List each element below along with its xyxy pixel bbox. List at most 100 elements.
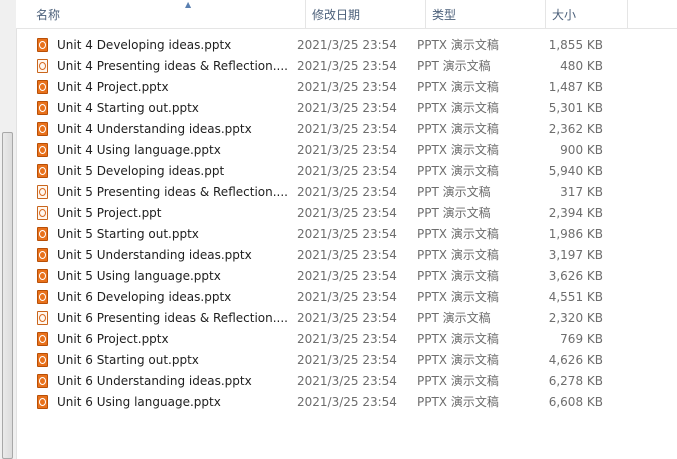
presentation-glyph-icon — [39, 41, 46, 49]
file-modified-date: 2021/3/25 23:54 — [297, 269, 397, 283]
pptx-file-icon — [37, 143, 48, 157]
column-header-date[interactable]: 修改日期 — [306, 0, 426, 28]
file-size: 4,626 KB — [548, 353, 603, 367]
ppt-file-icon — [37, 206, 48, 220]
presentation-glyph-icon — [39, 398, 46, 406]
file-size: 3,197 KB — [548, 248, 603, 262]
file-name: Unit 4 Starting out.pptx — [57, 101, 199, 115]
file-size: 769 KB — [560, 332, 603, 346]
file-modified-date: 2021/3/25 23:54 — [297, 143, 397, 157]
vertical-scrollbar[interactable] — [0, 0, 17, 459]
pptx-file-icon — [37, 290, 48, 304]
file-row[interactable]: Unit 6 Developing ideas.pptx 2021/3/25 23… — [16, 287, 677, 308]
file-modified-date: 2021/3/25 23:54 — [297, 59, 397, 73]
ppt-file-icon — [37, 59, 48, 73]
file-type: PPTX 演示文稿 — [417, 101, 499, 115]
presentation-glyph-icon — [39, 209, 46, 217]
presentation-glyph-icon — [39, 230, 46, 238]
column-header-type[interactable]: 类型 — [426, 0, 546, 28]
pptx-file-icon — [37, 122, 48, 136]
file-name: Unit 5 Developing ideas.ppt — [57, 164, 225, 178]
file-row[interactable]: Unit 6 Using language.pptx 2021/3/25 23:5… — [16, 392, 677, 413]
file-row[interactable]: Unit 6 Starting out.pptx 2021/3/25 23:54 P… — [16, 350, 677, 371]
file-row[interactable]: Unit 6 Presenting ideas & Reflection....… — [16, 308, 677, 329]
file-row[interactable]: Unit 5 Developing ideas.ppt 2021/3/25 23:… — [16, 161, 677, 182]
pptx-file-icon — [37, 269, 48, 283]
file-modified-date: 2021/3/25 23:54 — [297, 374, 397, 388]
ppt-file-icon — [37, 185, 48, 199]
file-row[interactable]: Unit 4 Using language.pptx 2021/3/25 23:5… — [16, 140, 677, 161]
pptx-file-icon — [37, 353, 48, 367]
file-modified-date: 2021/3/25 23:54 — [297, 164, 397, 178]
file-name: Unit 4 Developing ideas.pptx — [57, 38, 232, 52]
file-type: PPT 演示文稿 — [417, 59, 491, 73]
file-type: PPTX 演示文稿 — [417, 248, 499, 262]
file-type: PPT 演示文稿 — [417, 185, 491, 199]
scrollbar-thumb[interactable] — [2, 132, 13, 459]
file-row[interactable]: Unit 5 Project.ppt 2021/3/25 23:54 PPT 演示文… — [16, 203, 677, 224]
file-list: Unit 4 Developing ideas.pptx 2021/3/25 23… — [16, 35, 677, 413]
column-header-bar: 名称 ▲ 修改日期 类型 大小 — [16, 0, 677, 29]
file-modified-date: 2021/3/25 23:54 — [297, 395, 397, 409]
pptx-file-icon — [37, 38, 48, 52]
file-modified-date: 2021/3/25 23:54 — [297, 101, 397, 115]
file-modified-date: 2021/3/25 23:54 — [297, 122, 397, 136]
file-size: 1,855 KB — [548, 38, 603, 52]
file-modified-date: 2021/3/25 23:54 — [297, 311, 397, 325]
file-modified-date: 2021/3/25 23:54 — [297, 290, 397, 304]
file-row[interactable]: Unit 5 Using language.pptx 2021/3/25 23:5… — [16, 266, 677, 287]
presentation-glyph-icon — [39, 83, 46, 91]
file-type: PPT 演示文稿 — [417, 206, 491, 220]
file-name: Unit 6 Presenting ideas & Reflection.... — [57, 311, 288, 325]
file-row[interactable]: Unit 6 Project.pptx 2021/3/25 23:54 PPTX 演… — [16, 329, 677, 350]
file-modified-date: 2021/3/25 23:54 — [297, 80, 397, 94]
file-name: Unit 6 Project.pptx — [57, 332, 169, 346]
pptx-file-icon — [37, 248, 48, 262]
file-modified-date: 2021/3/25 23:54 — [297, 353, 397, 367]
file-modified-date: 2021/3/25 23:54 — [297, 38, 397, 52]
file-name: Unit 4 Project.pptx — [57, 80, 169, 94]
file-size: 4,551 KB — [548, 290, 603, 304]
file-modified-date: 2021/3/25 23:54 — [297, 227, 397, 241]
file-name: Unit 4 Using language.pptx — [57, 143, 221, 157]
file-row[interactable]: Unit 5 Starting out.pptx 2021/3/25 23:54 P… — [16, 224, 677, 245]
presentation-glyph-icon — [39, 335, 46, 343]
file-row[interactable]: Unit 4 Starting out.pptx 2021/3/25 23:54 P… — [16, 98, 677, 119]
presentation-glyph-icon — [39, 272, 46, 280]
file-name: Unit 4 Understanding ideas.pptx — [57, 122, 252, 136]
file-type: PPT 演示文稿 — [417, 311, 491, 325]
file-size: 6,278 KB — [548, 374, 603, 388]
file-size: 2,394 KB — [548, 206, 603, 220]
file-row[interactable]: Unit 6 Understanding ideas.pptx 2021/3/25… — [16, 371, 677, 392]
file-type: PPTX 演示文稿 — [417, 80, 499, 94]
file-name: Unit 5 Starting out.pptx — [57, 227, 199, 241]
pptx-file-icon — [37, 101, 48, 115]
file-row[interactable]: Unit 4 Project.pptx 2021/3/25 23:54 PPTX 演… — [16, 77, 677, 98]
column-header-date-label: 修改日期 — [312, 8, 361, 22]
file-row[interactable]: Unit 4 Developing ideas.pptx 2021/3/25 23… — [16, 35, 677, 56]
pptx-file-icon — [37, 80, 48, 94]
file-row[interactable]: Unit 4 Understanding ideas.pptx 2021/3/25… — [16, 119, 677, 140]
column-header-name[interactable]: 名称 ▲ — [30, 0, 306, 28]
ppt-file-icon — [37, 311, 48, 325]
file-type: PPTX 演示文稿 — [417, 353, 499, 367]
presentation-glyph-icon — [39, 125, 46, 133]
presentation-glyph-icon — [39, 188, 46, 196]
file-type: PPTX 演示文稿 — [417, 122, 499, 136]
column-header-size[interactable]: 大小 — [546, 0, 628, 28]
file-name: Unit 5 Understanding ideas.pptx — [57, 248, 252, 262]
file-name: Unit 4 Presenting ideas & Reflection.... — [57, 59, 288, 73]
pptx-file-icon — [37, 374, 48, 388]
file-name: Unit 6 Starting out.pptx — [57, 353, 199, 367]
file-row[interactable]: Unit 5 Understanding ideas.pptx 2021/3/25… — [16, 245, 677, 266]
file-row[interactable]: Unit 4 Presenting ideas & Reflection....… — [16, 56, 677, 77]
file-modified-date: 2021/3/25 23:54 — [297, 248, 397, 262]
presentation-glyph-icon — [39, 251, 46, 259]
column-header-size-label: 大小 — [552, 8, 577, 22]
presentation-glyph-icon — [39, 167, 46, 175]
pptx-file-icon — [37, 164, 48, 178]
file-size: 3,626 KB — [548, 269, 603, 283]
file-modified-date: 2021/3/25 23:54 — [297, 185, 397, 199]
file-name: Unit 6 Developing ideas.pptx — [57, 290, 232, 304]
file-row[interactable]: Unit 5 Presenting ideas & Reflection....… — [16, 182, 677, 203]
